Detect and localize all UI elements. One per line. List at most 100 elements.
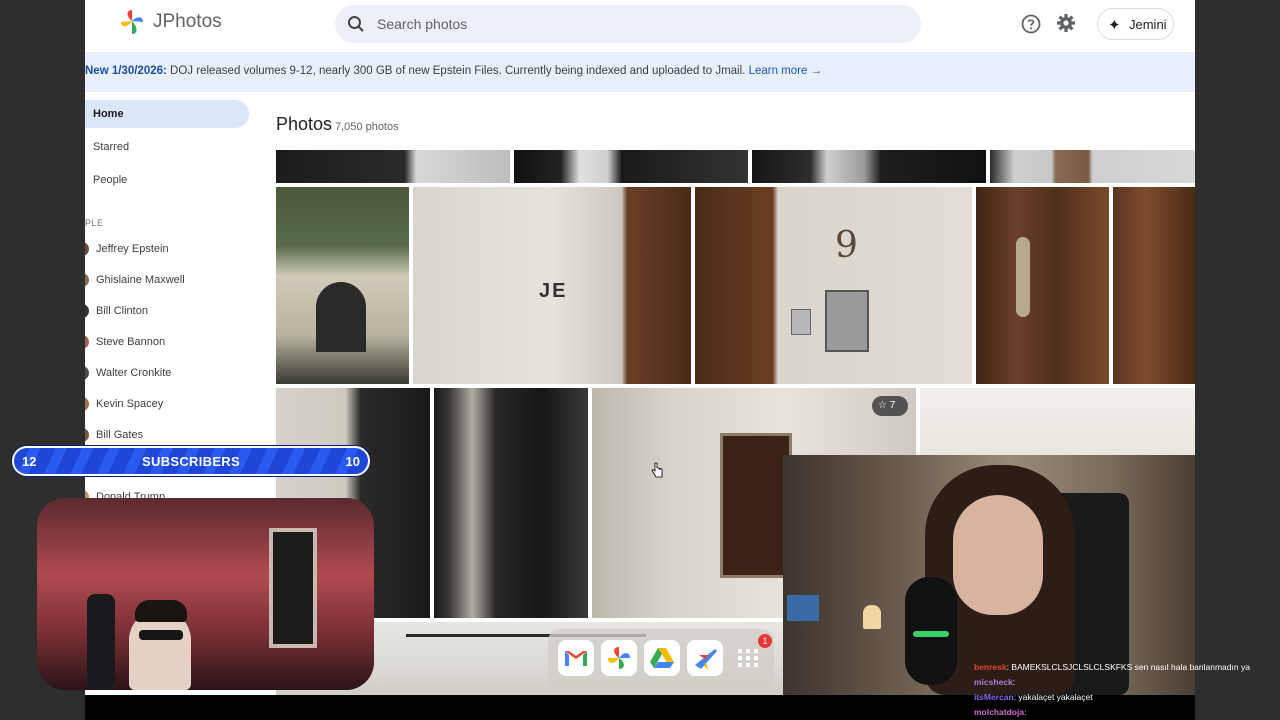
sidebar-item-label: People [93,174,128,186]
chat-username: molchatdoja [974,707,1025,717]
person-avatar [85,335,89,349]
person-name: Kevin Spacey [96,398,164,410]
photo-thumbnail[interactable] [1113,187,1195,384]
hand-cursor-icon [651,462,663,478]
announcement-banner: New 1/30/2026: DOJ released volumes 9-12… [85,52,1195,92]
drive-app-icon[interactable] [644,640,680,676]
streamer-person [129,610,191,690]
person-name: Jeffrey Epstein [96,243,169,255]
person-item[interactable]: Steve Bannon [85,332,255,354]
subs-target: 10 [345,454,360,469]
app-grid-icon[interactable]: 1 [730,634,772,676]
favorite-count: ☆ 7 [878,400,896,411]
archway-shape [316,282,366,352]
banner-prefix: New 1/30/2026: [85,65,167,77]
gmail-app-icon[interactable] [558,640,594,676]
learn-more-link[interactable]: Learn more → [749,65,823,77]
front-door-shape [720,433,792,578]
top-bar: JPhotos Search photos ✦ Jemini [85,0,1195,48]
streamer-webcam [37,498,374,690]
chat-text: : yakalaçet yakalaçet [1013,692,1093,702]
chat-message: itsMercan: yakalaçet yakalaçet [974,692,1093,702]
stream-frame: JPhotos Search photos ✦ Jemini New 1/30/… [0,0,1280,720]
person-name: Bill Clinton [96,305,148,317]
doorbell-plate [791,309,811,335]
room-doorway [269,528,317,648]
chat-username: micsheck [974,677,1013,687]
jemini-button[interactable]: ✦ Jemini [1097,8,1174,40]
search-icon[interactable] [347,15,365,33]
sidebar-item-people[interactable]: People [85,166,249,194]
gear-icon[interactable] [1055,12,1077,34]
subs-current: 12 [22,454,37,469]
person-avatar [85,304,89,318]
door-handle-plate [1016,237,1030,317]
app-dock: 1 [548,629,774,689]
photo-engraved-label: JE [539,280,568,302]
favorite-count-badge[interactable]: ☆ 7 [872,396,908,416]
intercom-panel [825,290,869,352]
photo-thumbnail[interactable]: 9 [695,187,972,384]
lamp [863,605,881,629]
chat-text: : [1012,677,1016,687]
photos-app-icon[interactable] [601,640,637,676]
person-item[interactable]: Kevin Spacey [85,394,255,416]
person-item[interactable]: Walter Cronkite [85,363,255,385]
person-item[interactable]: Ghislaine Maxwell [85,270,255,292]
person-item[interactable]: Jeffrey Epstein [85,239,255,261]
mic-level-lights [913,631,949,637]
photo-thumbnail[interactable]: JE [413,187,691,384]
person-avatar [85,428,89,442]
person-avatar [85,242,89,256]
chat-username: benresk [974,662,1007,672]
subs-label: SUBSCRIBERS [142,454,240,469]
notification-badge: 1 [758,634,772,648]
person-avatar [85,273,89,287]
page-title: Photos [276,114,333,134]
photo-thumbnail[interactable] [990,150,1195,183]
person-avatar [85,366,89,380]
chat-message: molchatdoja: [974,707,1026,717]
person-name: Walter Cronkite [96,367,172,379]
flights-app-icon[interactable] [687,640,723,676]
chat-text: : [1024,707,1027,717]
sidebar-item-home[interactable]: Home [85,100,249,128]
guest-face [953,495,1043,615]
person-avatar [85,397,89,411]
photo-thumbnail[interactable] [514,150,748,183]
people-section-label: PLE [85,218,104,228]
chat-message: benresk: BAMEKSLCLSJCLSLCLSKFKS sen nası… [974,662,1250,672]
sparkle-icon: ✦ [1108,17,1121,34]
photo-thumbnail[interactable] [752,150,986,183]
banner-text: New 1/30/2026: DOJ released volumes 9-12… [85,65,822,77]
streamer-hair [135,600,187,622]
photo-engraved-label: 9 [835,225,858,266]
jphotos-logo-icon[interactable] [119,8,145,36]
jemini-label: Jemini [1129,17,1167,32]
chat-username: itsMercan [974,692,1014,702]
search-bar[interactable] [335,5,921,43]
chat-message: micsheck: [974,677,1015,687]
person-item[interactable]: Bill Gates [85,425,255,447]
person-name: Steve Bannon [96,336,166,348]
chat-overlay: benresk: BAMEKSLCLSJCLSLCLSKFKS sen nası… [970,660,1280,720]
sidebar-item-starred[interactable]: Starred [85,133,249,161]
photo-thumbnail[interactable] [276,150,510,183]
person-name: Bill Gates [96,429,144,441]
help-icon[interactable] [1020,13,1042,35]
banner-message: DOJ released volumes 9-12, nearly 300 GB… [166,65,749,77]
photo-thumbnail[interactable] [976,187,1109,384]
person-item[interactable]: Bill Clinton [85,301,255,323]
monitor-screen [787,595,819,621]
gaming-chair [87,594,115,690]
photo-count: 7,050 photos [335,121,399,133]
search-input[interactable] [377,5,897,43]
person-name: Ghislaine Maxwell [96,274,185,286]
sunglasses [139,630,183,640]
sidebar-item-label: Home [93,108,124,120]
subscribers-goal-bar: SUBSCRIBERS 12 10 [12,446,370,476]
chat-text: : BAMEKSLCLSJCLSLCLSKFKS sen nasıl hala … [1006,662,1250,672]
photo-thumbnail[interactable] [276,187,409,384]
app-title[interactable]: JPhotos [153,11,222,33]
photo-thumbnail[interactable] [434,388,588,618]
